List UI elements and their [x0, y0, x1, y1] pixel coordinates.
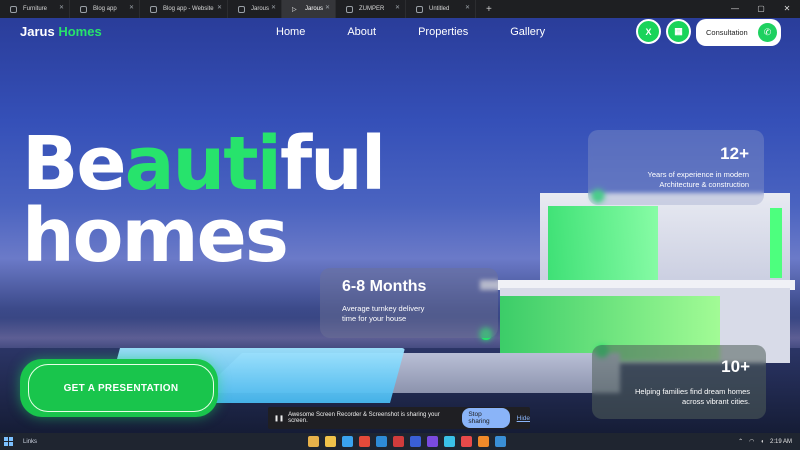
browser-tab[interactable]: ZUMPER ✕	[336, 0, 406, 18]
browser-tab-strip: Furniture ✕ Blog app ✕ Blog app - Website ✕…	[0, 0, 800, 18]
close-tab-icon[interactable]: ✕	[271, 5, 276, 11]
taskbar-app-icon[interactable]	[325, 436, 336, 447]
cta-container: GET A PRESENTATION	[20, 359, 218, 417]
browser-tab[interactable]: Untitled ✕	[406, 0, 476, 18]
logo-accent-text: Homes	[58, 24, 102, 39]
taskbar-app-icon[interactable]	[410, 436, 421, 447]
tab-label: Jarous	[305, 6, 324, 12]
taskbar-app-icon[interactable]	[308, 436, 319, 447]
page-icon	[416, 5, 423, 13]
headline-line-2: homes	[22, 193, 289, 279]
stat-desc-line: Years of experience in modern	[647, 170, 749, 179]
hero-headline: Beautiful homes	[22, 127, 386, 279]
stop-sharing-button[interactable]: Stop sharing	[462, 408, 510, 428]
stat-desc-line: Average turnkey delivery	[342, 304, 425, 313]
stat-card-families: 10+ Helping families find dream homes ac…	[592, 345, 766, 419]
phone-icon: ✆	[758, 23, 777, 42]
stat-card-delivery: 6-8 Months Average turnkey delivery time…	[320, 268, 498, 338]
browser-tab[interactable]: Furniture ✕	[0, 0, 70, 18]
tab-label: Blog app	[93, 6, 117, 12]
page-icon	[346, 5, 353, 13]
site-logo[interactable]: Jarus Homes	[20, 24, 102, 39]
browser-tab[interactable]: Blog app - Website ✕	[140, 0, 228, 18]
close-tab-icon[interactable]: ✕	[395, 5, 400, 11]
logo-text: Jarus	[20, 24, 55, 39]
taskbar-app-icon[interactable]	[478, 436, 489, 447]
browser-tab-active[interactable]: ▷ Jarous ✕	[282, 0, 336, 18]
speaker-icon[interactable]: ◖	[760, 439, 764, 445]
clock[interactable]: 2:19 AM	[770, 439, 792, 445]
house-upper-glass-side	[770, 208, 782, 278]
play-icon: ▷	[292, 6, 297, 13]
stat-desc-line: time for your house	[342, 314, 407, 323]
close-window-button[interactable]: ✕	[774, 0, 800, 18]
pause-icon: ❚❚	[274, 415, 285, 422]
page-icon	[150, 5, 157, 13]
stat-desc-line: across vibrant cities.	[682, 397, 750, 406]
app-social-button[interactable]: ▦	[666, 19, 691, 44]
maximize-button[interactable]: ▢	[748, 0, 774, 18]
stat-desc-line: Architecture & construction	[659, 180, 749, 189]
nav-properties[interactable]: Properties	[418, 26, 468, 38]
close-tab-icon[interactable]: ✕	[59, 5, 64, 11]
nav-gallery[interactable]: Gallery	[510, 26, 545, 38]
page-icon	[10, 5, 17, 13]
screen-share-banner: ❚❚ Awesome Screen Recorder & Screenshot …	[268, 407, 530, 429]
window-controls: — ▢ ✕	[722, 0, 800, 18]
browser-tab[interactable]: Blog app ✕	[70, 0, 140, 18]
taskbar-widget[interactable]: Links	[23, 439, 37, 445]
tab-label: ZUMPER	[359, 6, 385, 12]
tab-label: Furniture	[23, 6, 48, 12]
windows-taskbar: Links ⌃ ◠ ◖ 2:19 AM	[0, 433, 800, 450]
system-tray: ⌃ ◠ ◖ 2:19 AM	[732, 433, 792, 450]
stat-desc-line: Helping families find dream homes	[634, 387, 750, 396]
main-nav: Home About Properties Gallery	[276, 26, 587, 38]
taskbar-app-icon[interactable]	[461, 436, 472, 447]
close-tab-icon[interactable]: ✕	[129, 5, 134, 11]
chevron-up-icon[interactable]: ⌃	[738, 438, 743, 445]
taskbar-app-icon[interactable]	[359, 436, 370, 447]
taskbar-app-icon[interactable]	[444, 436, 455, 447]
stat-description: Helping families find dream homes across…	[608, 387, 750, 407]
page-icon	[238, 5, 245, 13]
tab-label: Blog app - Website	[163, 6, 214, 12]
taskbar-app-icon[interactable]	[393, 436, 404, 447]
headline-word-part: ful	[279, 121, 386, 207]
taskbar-app-icon[interactable]	[427, 436, 438, 447]
tab-label: Jarous	[251, 6, 270, 12]
hero-section: Jarus Homes Home About Properties Galler…	[0, 18, 800, 433]
browser-tab[interactable]: Jarous ✕	[228, 0, 282, 18]
windows-start-icon[interactable]	[4, 437, 13, 446]
hide-banner-link[interactable]: Hide	[517, 415, 530, 422]
stat-number: 6-8 Months	[342, 278, 427, 295]
consultation-button[interactable]: Consultation ✆	[696, 19, 781, 46]
taskbar-app-icon[interactable]	[495, 436, 506, 447]
get-presentation-button[interactable]: GET A PRESENTATION	[28, 364, 214, 412]
stat-card-experience: 12+ Years of experience in modern Archit…	[588, 130, 764, 205]
house-upper-glass	[548, 206, 658, 281]
taskbar-app-icon[interactable]	[376, 436, 387, 447]
nav-about[interactable]: About	[347, 26, 376, 38]
stat-number: 12+	[720, 144, 749, 163]
grid-icon: ▦	[674, 26, 683, 36]
close-tab-icon[interactable]: ✕	[217, 5, 222, 11]
nav-home[interactable]: Home	[276, 26, 305, 38]
consultation-label: Consultation	[706, 28, 748, 37]
stat-description: Years of experience in modern Architectu…	[603, 170, 749, 190]
taskbar-apps	[308, 436, 512, 447]
x-icon: X	[645, 26, 652, 37]
stat-number: 10+	[721, 357, 750, 376]
minimize-button[interactable]: —	[722, 0, 748, 18]
x-social-button[interactable]: X	[636, 19, 661, 44]
taskbar-app-icon[interactable]	[342, 436, 353, 447]
tab-label: Untitled	[429, 6, 450, 12]
page-icon	[80, 5, 87, 13]
wifi-icon[interactable]: ◠	[749, 438, 754, 445]
close-tab-icon[interactable]: ✕	[465, 5, 470, 11]
share-message: Awesome Screen Recorder & Screenshot is …	[288, 412, 440, 424]
close-tab-icon[interactable]: ✕	[325, 5, 330, 11]
headline-line-1: Beautiful	[22, 127, 386, 201]
stat-description: Average turnkey delivery time for your h…	[342, 304, 476, 324]
new-tab-button[interactable]: +	[486, 4, 492, 15]
